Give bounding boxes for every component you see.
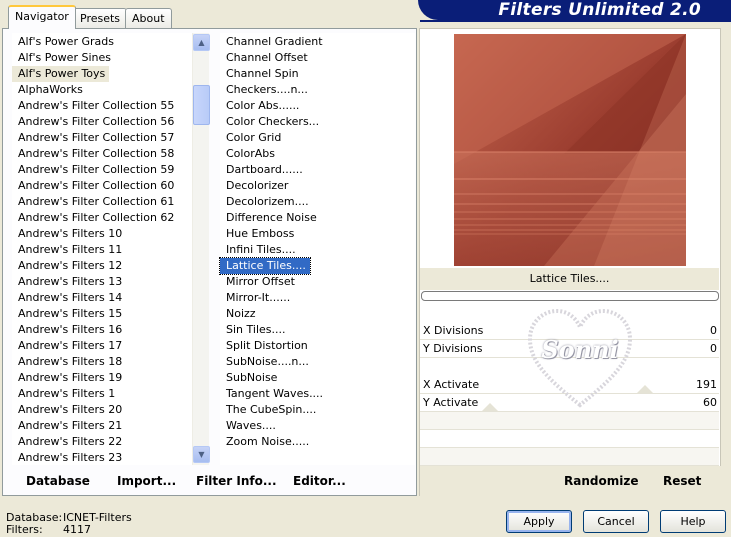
progress-bar [421,291,719,301]
scroll-down-icon[interactable]: ▼ [193,446,210,463]
category-item[interactable]: Andrew's Filters 12 [12,258,122,274]
filter-item[interactable]: SubNoise [220,370,277,386]
filter-item[interactable]: Decolorizer [220,178,288,194]
category-list[interactable]: Alf's Power Grads Alf's Power Sines Alf's … [12,33,209,465]
banner-stripe [420,20,731,24]
y-activate-slider-thumb[interactable] [482,403,498,411]
category-item[interactable]: Alf's Power Sines [12,50,111,66]
tab-about[interactable]: About [125,8,172,28]
filter-item[interactable]: Decolorizem.... [220,194,309,210]
category-item[interactable]: Andrew's Filter Collection 57 [12,130,174,146]
category-item[interactable]: Andrew's Filter Collection 60 [12,178,174,194]
param-value: 0 [710,342,717,355]
x-activate-slider-thumb[interactable] [637,385,653,393]
category-item[interactable]: Andrew's Filter Collection 61 [12,194,174,210]
randomize-button[interactable]: Randomize [564,474,638,488]
scroll-thumb[interactable] [193,85,210,125]
filter-item[interactable]: Tangent Waves.... [220,386,323,402]
filter-item[interactable]: Channel Gradient [220,34,323,50]
filter-item[interactable]: Sin Tiles.... [220,322,286,338]
filter-item[interactable]: Noizz [220,306,256,322]
category-item[interactable]: AlphaWorks [12,82,83,98]
app-title-banner: Filters Unlimited 2.0 [418,0,731,20]
tab-navigator[interactable]: Navigator [8,5,76,29]
editor-button[interactable]: Editor... [293,474,346,488]
category-item[interactable]: Andrew's Filters 16 [12,322,122,338]
tab-presets[interactable]: Presets [73,8,128,28]
param-row[interactable]: X Divisions 0 [420,322,719,340]
filter-item[interactable]: Color Checkers... [220,114,319,130]
param-label: Y Activate [423,396,479,409]
filter-item[interactable]: Split Distortion [220,338,308,354]
filter-item[interactable]: Zoom Noise..... [220,434,309,450]
param-label: X Activate [423,378,480,391]
param-row[interactable]: X Activate 191 [420,376,719,394]
category-item[interactable]: Andrew's Filter Collection 59 [12,162,174,178]
param-label: X Divisions [423,324,484,337]
status-filters-value: 4117 [63,523,91,536]
scroll-up-icon[interactable]: ▲ [193,34,210,51]
param-row[interactable]: Y Activate 60 [420,394,719,412]
filter-item[interactable]: Waves.... [220,418,276,434]
filter-item[interactable]: Mirror-It...... [220,290,290,306]
category-item[interactable]: Andrew's Filters 14 [12,290,122,306]
category-item[interactable]: Andrew's Filters 17 [12,338,122,354]
filter-item[interactable]: Difference Noise [220,210,317,226]
category-item[interactable]: Andrew's Filters 13 [12,274,122,290]
param-value: 60 [703,396,717,409]
category-item[interactable]: Andrew's Filters 22 [12,434,122,450]
filter-item[interactable]: The CubeSpin.... [220,402,316,418]
cancel-button[interactable]: Cancel [583,510,649,533]
category-item[interactable]: Alf's Power Toys [12,66,110,82]
filter-item[interactable]: Color Abs...... [220,98,299,114]
category-item[interactable]: Andrew's Filters 1 [12,386,115,402]
category-item[interactable]: Andrew's Filters 15 [12,306,122,322]
filter-item[interactable]: SubNoise....n... [220,354,309,370]
category-item[interactable]: Andrew's Filter Collection 58 [12,146,174,162]
filter-item[interactable]: Hue Emboss [220,226,294,242]
filter-item[interactable]: Channel Offset [220,50,308,66]
filter-item[interactable]: Mirror Offset [220,274,295,290]
preview-image [454,34,686,266]
import-button[interactable]: Import... [117,474,176,488]
filter-item[interactable]: Checkers....n... [220,82,308,98]
category-item[interactable]: Andrew's Filter Collection 62 [12,210,174,226]
category-item[interactable]: Andrew's Filters 19 [12,370,122,386]
filter-list[interactable]: Channel Gradient Channel Offset Channel Sp… [219,33,415,465]
filter-info-button[interactable]: Filter Info... [196,474,277,488]
category-item[interactable]: Andrew's Filters 10 [12,226,122,242]
category-item[interactable]: Andrew's Filters 20 [12,402,122,418]
reset-button[interactable]: Reset [663,474,701,488]
filter-item[interactable]: Lattice Tiles.... [219,257,311,275]
category-item[interactable]: Andrew's Filters 21 [12,418,122,434]
apply-button[interactable]: Apply [506,510,572,533]
category-item[interactable]: Andrew's Filters 23 [12,450,122,466]
category-item[interactable]: Alf's Power Grads [12,34,114,50]
filter-title: Lattice Tiles.... [420,268,719,290]
filter-item[interactable]: Infini Tiles.... [220,242,296,258]
param-row[interactable]: Y Divisions 0 [420,340,719,358]
category-item[interactable]: Andrew's Filter Collection 55 [12,98,174,114]
filter-item[interactable]: Channel Spin [220,66,299,82]
filter-item[interactable]: Color Grid [220,130,281,146]
help-button[interactable]: Help [660,510,726,533]
category-item[interactable]: Andrew's Filters 18 [12,354,122,370]
filter-item[interactable]: Dartboard...... [220,162,303,178]
database-button[interactable]: Database [26,474,90,488]
param-label: Y Divisions [423,342,483,355]
category-item[interactable]: Andrew's Filters 11 [12,242,122,258]
filter-item[interactable]: ColorAbs [220,146,275,162]
category-item[interactable]: Andrew's Filter Collection 56 [12,114,174,130]
empty-param-area [420,412,719,466]
category-scrollbar[interactable]: ▲ ▼ [192,33,210,465]
param-value: 191 [696,378,717,391]
param-value: 0 [710,324,717,337]
status-filters-label: Filters: [6,523,43,536]
